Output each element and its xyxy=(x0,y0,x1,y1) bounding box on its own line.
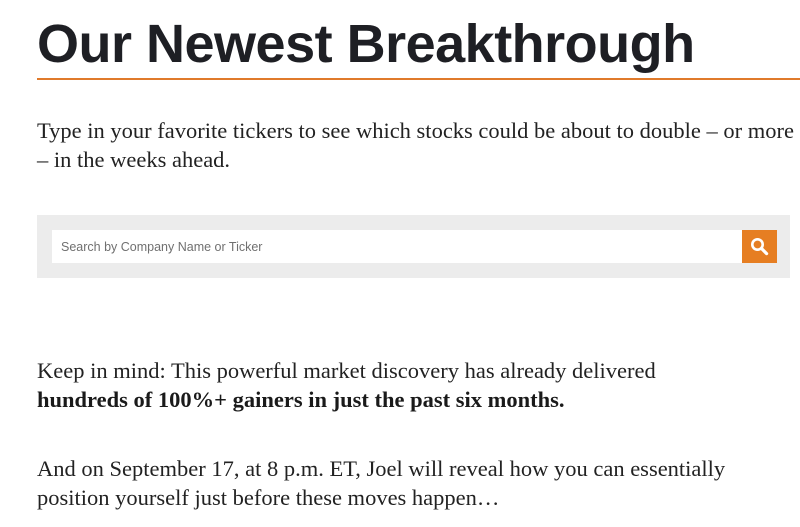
search-input[interactable] xyxy=(52,230,742,263)
search-icon xyxy=(750,237,769,256)
search-bar xyxy=(37,215,790,278)
intro-text: Type in your favorite tickers to see whi… xyxy=(37,118,794,172)
discovery-paragraph: Keep in mind: This powerful market disco… xyxy=(37,356,797,414)
event-paragraph: And on September 17, at 8 p.m. ET, Joel … xyxy=(37,454,797,512)
discovery-text: Keep in mind: This powerful market disco… xyxy=(37,358,656,383)
title-divider xyxy=(37,78,800,80)
event-text-line-2: position yourself just before these move… xyxy=(37,485,500,510)
event-text-line-1: And on September 17, at 8 p.m. ET, Joel … xyxy=(37,456,726,481)
page: Our Newest Breakthrough Type in your fav… xyxy=(0,0,800,527)
discovery-highlight: hundreds of 100%+ gainers in just the pa… xyxy=(37,387,565,412)
page-title: Our Newest Breakthrough xyxy=(37,14,695,74)
search-button[interactable] xyxy=(742,230,777,263)
